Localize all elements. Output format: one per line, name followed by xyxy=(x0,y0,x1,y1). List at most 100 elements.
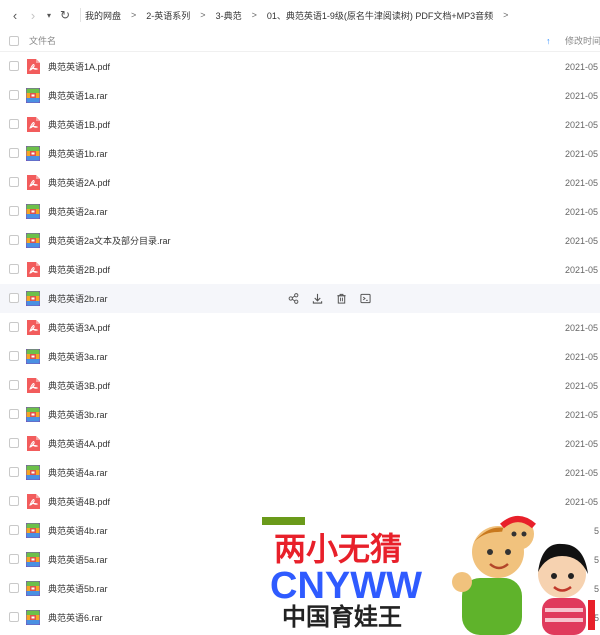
file-row[interactable]: 典范英语5a.rar 5 xyxy=(0,545,600,574)
pdf-file-icon xyxy=(26,59,40,74)
row-checkbox[interactable] xyxy=(9,409,19,419)
row-checkbox[interactable] xyxy=(9,467,19,477)
toolbar-divider xyxy=(80,8,81,22)
rar-archive-icon xyxy=(26,146,40,161)
column-header-modified[interactable]: 修改时间 xyxy=(565,34,600,47)
row-checkbox[interactable] xyxy=(9,612,19,622)
breadcrumb-item[interactable]: 3-典范 xyxy=(216,9,242,22)
file-row[interactable]: 典范英语5b.rar 5 xyxy=(0,574,600,603)
rar-archive-icon xyxy=(26,581,40,596)
file-row[interactable]: 典范英语2b.rar xyxy=(0,284,600,313)
rar-archive-icon xyxy=(26,523,40,538)
row-checkbox[interactable] xyxy=(9,554,19,564)
file-name[interactable]: 典范英语2a文本及部分目录.rar xyxy=(48,234,171,247)
file-row[interactable]: 典范英语6.rar 5 xyxy=(0,603,600,632)
row-checkbox[interactable] xyxy=(9,119,19,129)
file-name[interactable]: 典范英语2a.rar xyxy=(48,205,108,218)
file-modified-date: 5 xyxy=(594,525,600,536)
file-row[interactable]: 典范英语3A.pdf 2021-05 xyxy=(0,313,600,342)
row-checkbox[interactable] xyxy=(9,90,19,100)
rar-archive-icon xyxy=(26,610,40,625)
file-name[interactable]: 典范英语1a.rar xyxy=(48,89,108,102)
file-row[interactable]: 典范英语3a.rar 2021-05 xyxy=(0,342,600,371)
file-row[interactable]: 典范英语4A.pdf 2021-05 xyxy=(0,429,600,458)
file-name[interactable]: 典范英语1b.rar xyxy=(48,147,108,160)
file-row[interactable]: 典范英语3b.rar 2021-05 xyxy=(0,400,600,429)
row-checkbox[interactable] xyxy=(9,438,19,448)
breadcrumb-item[interactable]: 2-英语系列 xyxy=(146,9,190,22)
refresh-icon[interactable]: ↻ xyxy=(56,0,74,30)
file-name[interactable]: 典范英语3A.pdf xyxy=(48,321,110,334)
file-row[interactable]: 典范英语2B.pdf 2021-05 xyxy=(0,255,600,284)
delete-icon[interactable] xyxy=(335,292,347,304)
file-name[interactable]: 典范英语4a.rar xyxy=(48,466,108,479)
file-row[interactable]: 典范英语2a文本及部分目录.rar 2021-05 xyxy=(0,226,600,255)
file-name[interactable]: 典范英语4b.rar xyxy=(48,524,108,537)
file-modified-date: 2021-05 xyxy=(565,409,599,420)
file-row[interactable]: 典范英语4a.rar 2021-05 xyxy=(0,458,600,487)
file-name[interactable]: 典范英语2B.pdf xyxy=(48,263,110,276)
row-checkbox[interactable] xyxy=(9,148,19,158)
history-dropdown-icon[interactable]: ▾ xyxy=(42,0,56,30)
pdf-file-icon xyxy=(26,320,40,335)
file-name[interactable]: 典范英语5b.rar xyxy=(48,582,108,595)
file-row[interactable]: 典范英语2a.rar 2021-05 xyxy=(0,197,600,226)
file-modified-date: 2021-05 xyxy=(565,119,599,130)
file-name[interactable]: 典范英语5a.rar xyxy=(48,553,108,566)
file-modified-date: 2021-05 xyxy=(565,380,599,391)
file-modified-date: 2021-05 xyxy=(565,90,599,101)
file-name[interactable]: 典范英语1A.pdf xyxy=(48,60,110,73)
column-header-name[interactable]: 文件名 xyxy=(29,34,56,47)
file-name[interactable]: 典范英语1B.pdf xyxy=(48,118,110,131)
row-checkbox[interactable] xyxy=(9,496,19,506)
file-modified-date: 2021-05 xyxy=(565,235,599,246)
toolbar: ‹ › ▾ ↻ 我的网盘 > 2-英语系列 > 3-典范 > 01、典范英语1-… xyxy=(0,0,600,30)
file-name[interactable]: 典范英语3a.rar xyxy=(48,350,108,363)
file-name[interactable]: 典范英语2b.rar xyxy=(48,292,108,305)
file-modified-date: 2021-05 xyxy=(565,177,599,188)
row-checkbox[interactable] xyxy=(9,177,19,187)
file-row[interactable]: 典范英语4b.rar 5 xyxy=(0,516,600,545)
file-row[interactable]: 典范英语3B.pdf 2021-05 xyxy=(0,371,600,400)
share-icon[interactable] xyxy=(287,292,299,304)
rar-archive-icon xyxy=(26,349,40,364)
file-name[interactable]: 典范英语3B.pdf xyxy=(48,379,110,392)
file-row[interactable]: 典范英语1B.pdf 2021-05 xyxy=(0,110,600,139)
row-checkbox[interactable] xyxy=(9,380,19,390)
rar-archive-icon xyxy=(26,552,40,567)
file-modified-date: 5 xyxy=(594,612,600,623)
row-checkbox[interactable] xyxy=(9,351,19,361)
pdf-file-icon xyxy=(26,262,40,277)
file-name[interactable]: 典范英语6.rar xyxy=(48,611,103,624)
breadcrumb-item[interactable]: 01、典范英语1-9级(原名牛津阅读树) PDF文档+MP3音频 xyxy=(267,9,493,22)
rar-archive-icon xyxy=(26,233,40,248)
select-all-checkbox[interactable] xyxy=(9,35,19,46)
file-modified-date: 2021-05 xyxy=(565,61,599,72)
file-name[interactable]: 典范英语4B.pdf xyxy=(48,495,110,508)
file-modified-date: 2021-05 xyxy=(565,264,599,275)
row-checkbox[interactable] xyxy=(9,583,19,593)
file-row[interactable]: 典范英语2A.pdf 2021-05 xyxy=(0,168,600,197)
download-icon[interactable] xyxy=(311,292,323,304)
file-name[interactable]: 典范英语4A.pdf xyxy=(48,437,110,450)
file-row[interactable]: 典范英语4B.pdf 2021-05 xyxy=(0,487,600,516)
breadcrumb-item[interactable]: 我的网盘 xyxy=(85,9,121,22)
file-name[interactable]: 典范英语2A.pdf xyxy=(48,176,110,189)
back-arrow-icon[interactable]: ‹ xyxy=(6,0,24,30)
file-row[interactable]: 典范英语1a.rar 2021-05 xyxy=(0,81,600,110)
row-checkbox[interactable] xyxy=(9,525,19,535)
row-checkbox[interactable] xyxy=(9,235,19,245)
sort-ascending-icon[interactable]: ↑ xyxy=(546,36,551,46)
row-checkbox[interactable] xyxy=(9,206,19,216)
row-checkbox[interactable] xyxy=(9,264,19,274)
file-modified-date: 2021-05 xyxy=(565,148,599,159)
row-checkbox[interactable] xyxy=(9,293,19,303)
row-checkbox[interactable] xyxy=(9,61,19,71)
more-options-icon[interactable] xyxy=(359,292,371,304)
file-row[interactable]: 典范英语1b.rar 2021-05 xyxy=(0,139,600,168)
file-row[interactable]: 典范英语1A.pdf 2021-05 xyxy=(0,52,600,81)
forward-arrow-icon[interactable]: › xyxy=(24,0,42,30)
file-modified-date: 2021-05 xyxy=(565,322,599,333)
file-name[interactable]: 典范英语3b.rar xyxy=(48,408,108,421)
row-checkbox[interactable] xyxy=(9,322,19,332)
